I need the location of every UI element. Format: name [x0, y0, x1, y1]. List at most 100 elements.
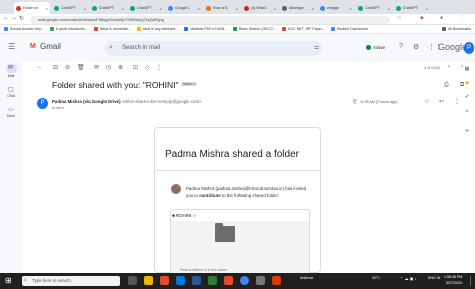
file-explorer-icon[interactable] [144, 276, 153, 285]
contacts-icon[interactable]: ☺ [462, 108, 472, 114]
settings-gear-icon[interactable]: ⚙ [413, 43, 419, 51]
help-icon[interactable]: ? [399, 43, 403, 50]
profile-icon[interactable]: ● [440, 15, 443, 21]
extension-icon[interactable]: ◆ [420, 15, 424, 21]
folder-preview[interactable] [171, 221, 309, 273]
browser-tab[interactable]: ChatGPT × [90, 2, 126, 14]
browser-tab[interactable]: Folder sh × [14, 2, 50, 14]
account-avatar[interactable]: P [464, 42, 474, 54]
bookmark-item[interactable]: UGC NET JRF Paper... [281, 27, 325, 32]
bookmark-item[interactable]: what is any software... [136, 27, 178, 32]
weather-widget[interactable]: 32°C [372, 276, 380, 280]
mark-unread-icon[interactable]: ✉ [94, 64, 99, 71]
bookmark-item[interactable]: All Bookmarks [442, 27, 471, 32]
browser-tab[interactable]: chatgpt × [318, 2, 354, 14]
excel-icon[interactable] [208, 276, 217, 285]
bookmark-item[interactable]: Student Dashboard [330, 27, 368, 32]
reply-icon[interactable]: ↩ [439, 98, 444, 105]
more-options-icon[interactable]: ⋮ [156, 64, 162, 71]
tab-close-icon[interactable]: × [312, 6, 314, 11]
tab-label: Google L [175, 6, 190, 10]
tray-icons[interactable]: ⌃ ☁ ▣ ♪ [400, 276, 416, 281]
report-spam-icon[interactable]: ⊘ [65, 64, 70, 71]
task-view-icon[interactable] [128, 276, 137, 285]
back-icon[interactable]: ← [3, 15, 9, 21]
tab-close-icon[interactable]: × [160, 6, 162, 11]
folder-header[interactable]: ■ ROHINI ☆ [172, 213, 196, 219]
search-icon[interactable]: ⌕ [109, 44, 113, 52]
windows-start-icon[interactable]: ⊞ [5, 276, 12, 285]
browser-tab[interactable]: ChatGPT × [128, 2, 164, 14]
show-desktop[interactable] [470, 276, 473, 286]
browser-tab[interactable]: Role of A × [204, 2, 240, 14]
meet-icon[interactable]: ▭ [8, 106, 14, 113]
reload-icon[interactable]: ↻ [19, 15, 24, 22]
print-icon[interactable]: ⎙ [444, 82, 449, 89]
delete-icon[interactable]: 🗑 [77, 64, 85, 71]
get-addons-icon[interactable]: + [462, 128, 472, 135]
clock-time[interactable]: 1:56:36 PM [444, 275, 462, 279]
newer-icon[interactable]: ‹ [448, 64, 450, 70]
label-icon[interactable]: ◇ [145, 64, 150, 71]
inbox-label-chip[interactable]: Inbox × [181, 82, 197, 86]
mail-icon[interactable]: ✉ [8, 64, 13, 71]
rail-mail-label[interactable]: Mail [2, 74, 20, 78]
folder-star-icon[interactable]: ☆ [193, 213, 197, 218]
browser-tab[interactable]: ChatGPT × [52, 2, 88, 14]
filter-icon[interactable]: ⚌ [314, 44, 319, 51]
taskbar-search-input[interactable]: Type here to search [22, 276, 120, 286]
store-icon[interactable] [192, 276, 201, 285]
chrome-icon[interactable] [240, 276, 249, 285]
calendar-icon[interactable]: ▦ [462, 66, 472, 72]
news-ticker[interactable]: Antitrust [300, 276, 313, 280]
clock-date[interactable]: 5/27/2024 [446, 281, 462, 285]
star-icon[interactable]: ☆ [397, 15, 401, 21]
hamburger-icon[interactable]: ☰ [8, 42, 15, 51]
tab-close-icon[interactable]: × [46, 6, 48, 11]
tab-close-icon[interactable]: × [84, 6, 86, 11]
bookmark-item[interactable]: What is Immediat... [93, 27, 131, 32]
archive-icon[interactable]: ⊟ [53, 64, 58, 71]
bookmark-item[interactable]: A quick introductio... [49, 27, 88, 32]
rail-chat-label[interactable]: Chat [2, 94, 20, 98]
keep-icon[interactable]: ◆ [462, 80, 472, 86]
tab-close-icon[interactable]: × [198, 6, 200, 11]
chat-icon[interactable]: ▢ [8, 86, 14, 93]
app-icon[interactable] [160, 276, 169, 285]
forward-icon[interactable]: → [11, 15, 17, 21]
tab-close-icon[interactable]: × [388, 6, 390, 11]
rail-meet-label[interactable]: Meet [2, 114, 20, 118]
bookmark-item[interactable]: Solved Answer Key... [4, 27, 44, 32]
menu-icon[interactable]: ⋮ [460, 15, 465, 21]
bookmark-item[interactable]: Vedanta PDFs EXAB... [184, 27, 227, 32]
settings-icon[interactable] [256, 276, 265, 285]
back-to-inbox-icon[interactable]: ← [37, 64, 43, 70]
tab-close-icon[interactable]: × [350, 6, 352, 11]
language-indicator[interactable]: ENG IN [428, 276, 440, 280]
browser-tab[interactable]: ChatGPT × [356, 2, 392, 14]
tasks-icon[interactable]: ✔ [462, 94, 472, 100]
tab-close-icon[interactable]: × [236, 6, 238, 11]
star-message-icon[interactable]: ☆ [424, 98, 429, 105]
address-bar[interactable]: mail.google.com/mail/u/0/#inbox/FMfcgzGw… [30, 16, 390, 24]
bookmark-item[interactable]: Basic Search (OECD... [232, 27, 276, 32]
browser-tab[interactable]: ChatGPT × [394, 2, 430, 14]
tab-close-icon[interactable]: × [122, 6, 124, 11]
add-task-icon[interactable]: ⊕ [118, 64, 123, 71]
message-more-icon[interactable]: ⋮ [454, 98, 460, 105]
snooze-icon[interactable]: ◷ [106, 64, 111, 71]
recipient-details[interactable]: to me ▾ [52, 106, 64, 110]
tab-close-icon[interactable]: × [274, 6, 276, 11]
browser-tab[interactable]: (3) What i × [242, 2, 278, 14]
word-icon[interactable] [176, 276, 185, 285]
browser-tab[interactable]: Google L × [166, 2, 202, 14]
search-input[interactable]: Search in mail [104, 41, 322, 56]
bookmark-icon [232, 27, 237, 32]
powerpoint-icon[interactable] [224, 276, 233, 285]
browser-tab[interactable]: dikategor × [280, 2, 316, 14]
tab-favicon-icon [244, 5, 249, 11]
status-label[interactable]: Active [373, 45, 385, 50]
app-icon-2[interactable] [272, 276, 281, 285]
move-to-icon[interactable]: ⊡ [133, 64, 138, 71]
tab-close-icon[interactable]: × [426, 6, 428, 11]
